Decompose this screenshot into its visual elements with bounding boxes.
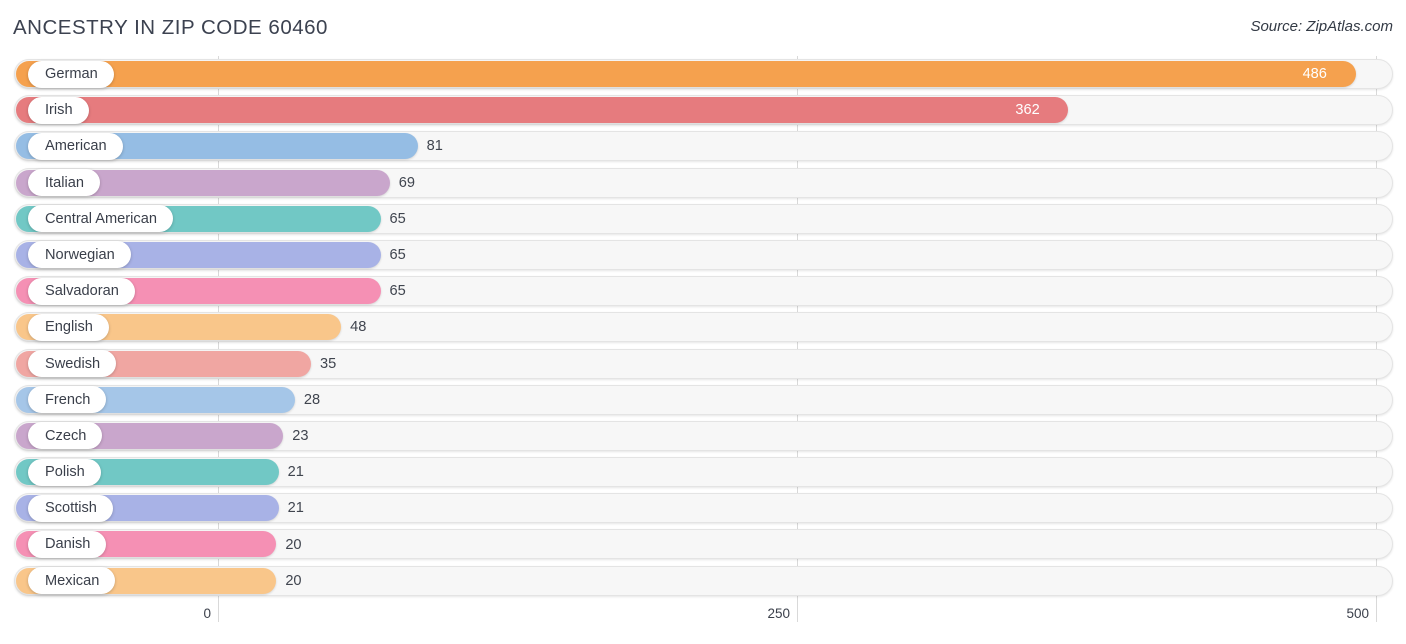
bar-row[interactable]: Mexican 20 bbox=[0, 563, 1406, 599]
bar-category-label: Danish bbox=[28, 530, 107, 558]
bar-category-label: Swedish bbox=[28, 350, 117, 377]
bar-row[interactable]: Norwegian 65 bbox=[0, 237, 1406, 273]
bar-category-label: Scottish bbox=[28, 494, 113, 522]
axis-tick-label: 500 bbox=[1346, 606, 1369, 621]
bar-row[interactable]: Irish 362 bbox=[0, 92, 1406, 128]
bar-category-label: Central American bbox=[28, 205, 173, 233]
bar-category-label: Czech bbox=[28, 422, 103, 450]
plot-area: German 486 Irish 362 American 81 Italian 69 Cent… bbox=[0, 56, 1406, 608]
bar-category-label: Irish bbox=[28, 96, 89, 124]
axis-tickmark-0 bbox=[218, 602, 219, 622]
bar-value-label: 486 bbox=[1302, 66, 1327, 83]
bar-row[interactable]: Scottish 21 bbox=[0, 490, 1406, 526]
bar-row[interactable]: Danish 20 bbox=[0, 526, 1406, 562]
bar-row[interactable]: Polish 21 bbox=[0, 454, 1406, 490]
axis-tickmark-500 bbox=[1376, 602, 1377, 622]
bar-value-label: 362 bbox=[1015, 102, 1040, 119]
bar-category-text: Swedish bbox=[45, 355, 101, 372]
bar-value-label: 21 bbox=[287, 500, 304, 517]
bar-category-label: American bbox=[28, 132, 123, 160]
bar-value-label: 65 bbox=[389, 247, 406, 264]
chart-header: ANCESTRY IN ZIP CODE 60460 Source: ZipAt… bbox=[0, 0, 1406, 56]
bar-value-label: 28 bbox=[303, 391, 321, 408]
bar-value-label: 69 bbox=[398, 174, 416, 191]
axis-tick-label: 0 bbox=[203, 606, 211, 621]
bar-category-text: Danish bbox=[45, 536, 91, 553]
bar-value-label: 35 bbox=[320, 355, 337, 372]
bar-row[interactable]: Swedish 35 bbox=[0, 346, 1406, 382]
bar-category-text: German bbox=[45, 66, 98, 82]
bar-category-text: Norwegian bbox=[45, 246, 115, 263]
bar-category-label: Italian bbox=[28, 169, 100, 197]
bar-category-label: Salvadoran bbox=[28, 277, 135, 305]
bar-row[interactable]: German 486 bbox=[0, 56, 1406, 92]
chart-page: ANCESTRY IN ZIP CODE 60460 Source: ZipAt… bbox=[0, 0, 1406, 644]
bar-value-label: 48 bbox=[350, 319, 367, 336]
bar-row[interactable]: Czech 23 bbox=[0, 418, 1406, 454]
bar-value-label: 21 bbox=[287, 464, 304, 481]
bar-category-text: Central American bbox=[45, 210, 157, 227]
bar-category-text: Irish bbox=[45, 102, 73, 119]
bar-category-text: English bbox=[45, 319, 93, 336]
page-title: ANCESTRY IN ZIP CODE 60460 bbox=[13, 16, 328, 39]
bar-category-label: German bbox=[28, 60, 114, 88]
bar-category-text: Polish bbox=[45, 464, 85, 481]
bar-rows: German 486 Irish 362 American 81 Italian 69 Cent… bbox=[0, 56, 1406, 599]
axis-tick-label: 250 bbox=[767, 606, 790, 621]
bar-category-text: American bbox=[45, 138, 107, 155]
bar-value-label: 23 bbox=[292, 427, 309, 444]
bar-value-label: 65 bbox=[389, 283, 406, 300]
bar-value-label: 20 bbox=[285, 536, 302, 553]
x-axis: 0 250 500 bbox=[0, 602, 1406, 644]
bar-row[interactable]: French 28 bbox=[0, 382, 1406, 418]
bar-row[interactable]: Italian 69 bbox=[0, 165, 1406, 201]
bar-category-label: English bbox=[28, 313, 109, 341]
bar-fill[interactable] bbox=[16, 61, 1356, 87]
bar-category-text: Salvadoran bbox=[45, 283, 119, 300]
bar-value-label: 20 bbox=[285, 572, 302, 589]
source-attribution: Source: ZipAtlas.com bbox=[1250, 18, 1393, 35]
bar-row[interactable]: Salvadoran 65 bbox=[0, 273, 1406, 309]
bar-category-label: French bbox=[28, 386, 107, 414]
bar-category-text: Czech bbox=[45, 427, 87, 444]
bar-row[interactable]: English 48 bbox=[0, 309, 1406, 345]
bar-category-text: Mexican bbox=[45, 572, 100, 589]
bar-category-label: Norwegian bbox=[28, 241, 131, 269]
bar-category-label: Polish bbox=[28, 458, 101, 486]
bar-fill[interactable] bbox=[16, 97, 1069, 124]
bar-category-text: Italian bbox=[45, 174, 84, 191]
bar-category-text: Scottish bbox=[45, 500, 97, 517]
bar-category-text: French bbox=[45, 391, 91, 408]
bar-value-label: 81 bbox=[426, 138, 443, 155]
bar-row[interactable]: Central American 65 bbox=[0, 201, 1406, 237]
bar-value-label: 65 bbox=[389, 210, 406, 227]
bar-row[interactable]: American 81 bbox=[0, 128, 1406, 164]
bar-category-label: Mexican bbox=[28, 567, 116, 595]
axis-tickmark-250 bbox=[797, 602, 798, 622]
